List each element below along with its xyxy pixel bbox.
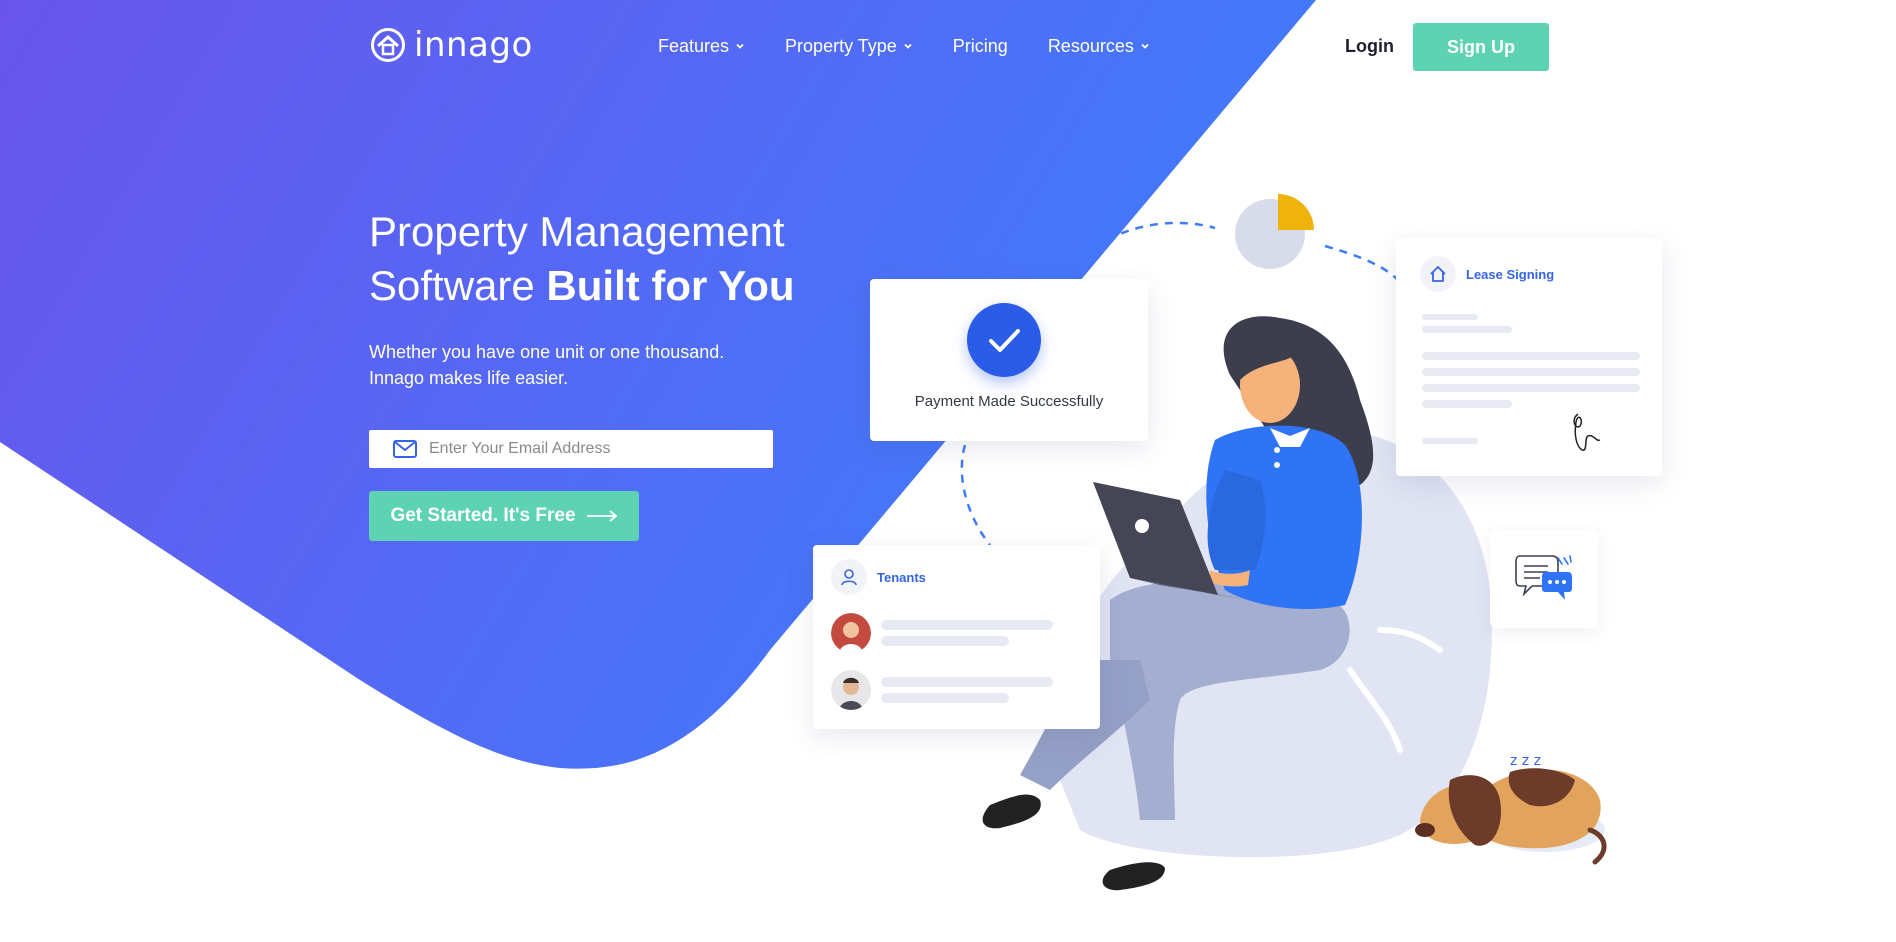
tenants-card-title: Tenants — [877, 569, 926, 585]
placeholder-line — [1422, 352, 1640, 360]
tenant-row — [831, 613, 1081, 653]
lease-card-header: Lease Signing — [1420, 256, 1554, 292]
placeholder-line — [1422, 384, 1640, 392]
house-icon — [1420, 256, 1456, 292]
placeholder-line — [1422, 368, 1640, 376]
chat-bubbles-icon — [1515, 555, 1572, 600]
svg-text:z z z: z z z — [1510, 753, 1541, 769]
tenants-card-header: Tenants — [831, 559, 926, 595]
placeholder-line — [1422, 400, 1512, 408]
avatar — [831, 670, 871, 710]
placeholder-line — [1422, 326, 1512, 333]
pie-chart-icon — [1235, 194, 1314, 269]
placeholder-line — [1422, 314, 1478, 320]
tenants-card: Tenants — [813, 545, 1100, 729]
lease-signing-card: Lease Signing — [1396, 238, 1662, 476]
placeholder-line — [881, 620, 1053, 630]
chat-card — [1490, 530, 1598, 628]
payment-success-card: Payment Made Successfully — [870, 279, 1148, 441]
checkmark-icon — [967, 303, 1041, 377]
placeholder-line — [881, 636, 1009, 646]
user-icon — [831, 559, 867, 595]
signature-icon — [1573, 413, 1601, 451]
payment-success-text: Payment Made Successfully — [914, 393, 1104, 410]
avatar — [831, 613, 871, 653]
lease-card-title: Lease Signing — [1466, 266, 1555, 282]
tenant-row — [831, 670, 1081, 710]
placeholder-line — [881, 677, 1053, 687]
placeholder-line — [881, 693, 1009, 703]
placeholder-line — [1422, 438, 1478, 444]
